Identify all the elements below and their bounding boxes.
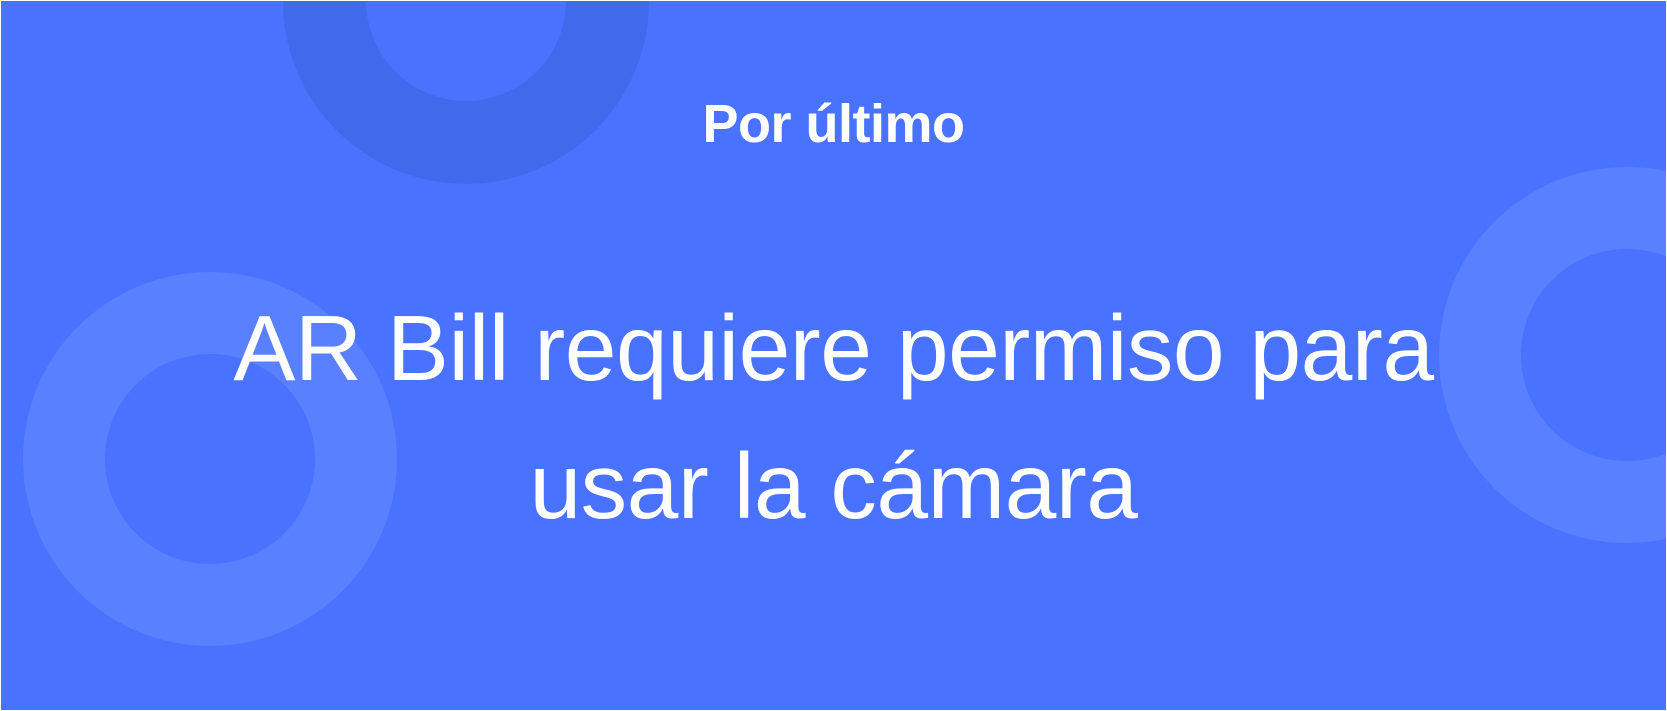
- permission-headline: AR Bill requiere permiso para usar la cá…: [233, 296, 1434, 538]
- onboarding-screen: Por último AR Bill requiere permiso para…: [1, 1, 1666, 710]
- eyebrow-title: Por último: [702, 94, 966, 154]
